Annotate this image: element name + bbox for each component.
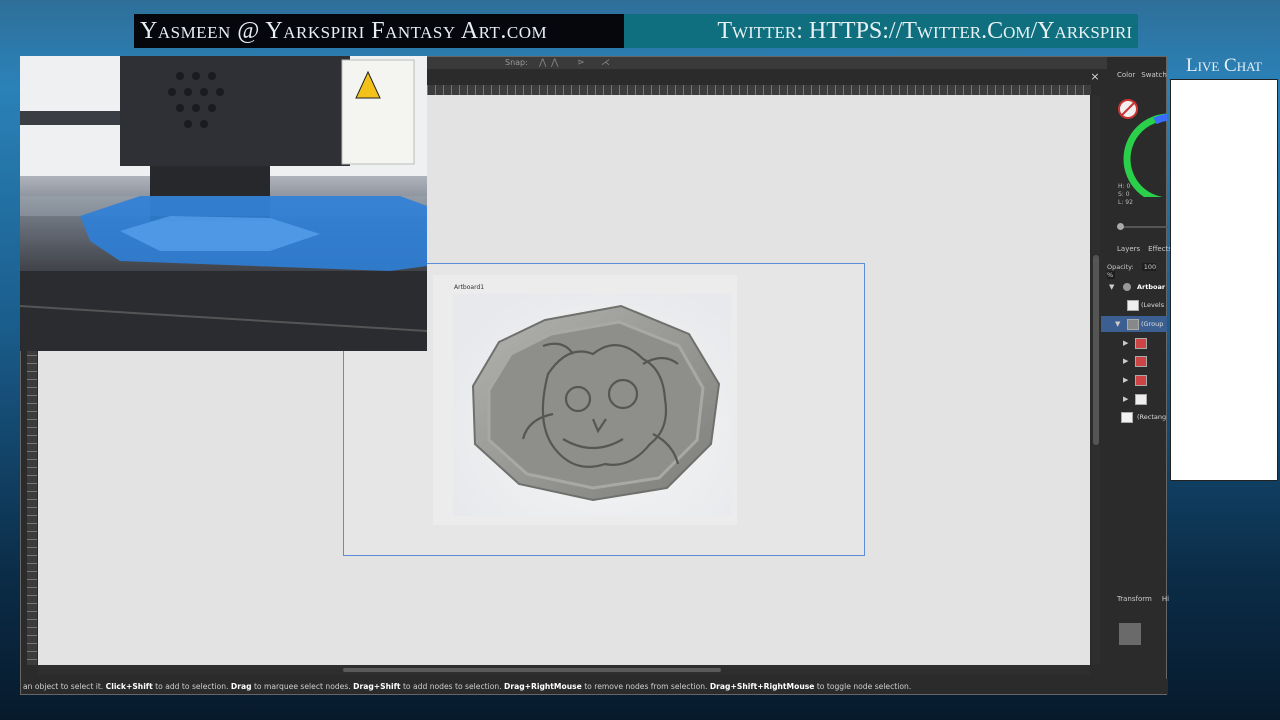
color-wheel[interactable] (1111, 87, 1170, 237)
horizontal-scroll-thumb[interactable] (343, 668, 721, 672)
layer-name: (Levels (1141, 301, 1165, 309)
snap-grid-icon[interactable]: ⋀ (551, 57, 558, 69)
layer-name: (Rectang (1137, 413, 1167, 421)
context-toolbar: Snap: ⋀ ⋀ ⋗ ⋌ (427, 57, 1107, 69)
status-text: to add to selection. (155, 682, 229, 691)
layer-row-child[interactable]: ▶ (1101, 391, 1167, 407)
snap-node-icon[interactable]: ⋗ (577, 57, 585, 69)
layer-thumbnail (1127, 319, 1139, 330)
layer-row-rectangle[interactable]: (Rectang (1101, 409, 1167, 425)
transform-panel-tabs: Transform Hi (1117, 595, 1179, 603)
tab-history[interactable]: Hi (1162, 595, 1169, 603)
opacity-label: Opacity: (1107, 263, 1134, 271)
horizontal-scrollbar[interactable] (38, 665, 1090, 675)
visibility-icon[interactable] (1123, 283, 1131, 291)
close-document-icon[interactable]: × (1089, 71, 1101, 83)
status-key: Drag+Shift (353, 682, 401, 691)
layer-row-child[interactable]: ▶ (1101, 353, 1167, 369)
tab-swatches[interactable]: Swatch (1141, 71, 1167, 79)
collapse-icon[interactable]: ▼ (1109, 279, 1114, 295)
status-key: Click+Shift (105, 682, 153, 691)
saturation-value: S: 0 (1118, 191, 1130, 198)
status-key: Drag+Shift+RightMouse (709, 682, 815, 691)
layer-row-child[interactable]: ▶ (1101, 372, 1167, 388)
artboard-label: Artboard1 (454, 284, 485, 291)
status-key: Drag (230, 682, 252, 691)
status-text: to add nodes to selection. (402, 682, 502, 691)
color-panel-tabs: Color Swatch (1117, 71, 1167, 83)
live-chat-panel[interactable] (1170, 79, 1278, 481)
opacity-slider-handle[interactable] (1117, 223, 1124, 230)
tab-transform[interactable]: Transform (1117, 595, 1152, 603)
layer-row-artboard[interactable]: ▼ Artboar (1101, 279, 1167, 295)
status-text: to toggle node selection. (816, 682, 912, 691)
lightness-value: L: 92 (1118, 199, 1133, 206)
status-text: an object to select it. (23, 682, 104, 691)
tab-effects[interactable]: Effects (1148, 245, 1172, 253)
opacity-slider-track[interactable] (1119, 226, 1167, 228)
layer-thumbnail (1127, 300, 1139, 311)
snap-extra-icon[interactable]: ⋌ (601, 57, 610, 69)
tab-layers[interactable]: Layers (1117, 245, 1140, 253)
twitter-banner: Twitter: HTTPS://Twitter.Com/Yarkspiri (624, 14, 1138, 48)
layer-name: (Group (1141, 320, 1164, 328)
webcam-overlay (20, 56, 427, 351)
status-bar: an object to select it. Click+Shift to a… (21, 679, 1168, 694)
hue-value: H: 0 (1118, 183, 1131, 190)
layer-thumbnail (1135, 375, 1147, 386)
status-text: to remove nodes from selection. (584, 682, 708, 691)
vertical-scroll-thumb[interactable] (1093, 255, 1099, 445)
expand-icon[interactable]: ▶ (1123, 353, 1128, 369)
expand-icon[interactable]: ▶ (1123, 372, 1128, 388)
collapse-icon[interactable]: ▼ (1115, 316, 1120, 332)
color-wheel-graphic (1118, 99, 1170, 205)
coin-photo[interactable] (453, 294, 731, 516)
snap-label: Snap: (505, 58, 528, 67)
expand-icon[interactable]: ▶ (1123, 335, 1128, 351)
hsl-readout: H: 0 S: 0 L: 92 (1118, 183, 1133, 207)
decagon-coin-image (471, 304, 721, 502)
layer-row-group[interactable]: ▼ (Group (1101, 316, 1167, 332)
printer-webcam-feed (20, 56, 427, 351)
vertical-ruler (27, 347, 37, 665)
layer-thumbnail (1135, 356, 1147, 367)
layer-thumbnail (1135, 338, 1147, 349)
streamer-name-banner: Yasmeen @ Yarkspiri Fantasy Art.com (134, 14, 624, 48)
transform-anchor-icon[interactable] (1119, 623, 1141, 645)
horizontal-ruler (427, 85, 1091, 95)
layer-thumbnail (1121, 412, 1133, 423)
expand-icon[interactable]: ▶ (1123, 391, 1128, 407)
layer-opacity-row: Opacity: 100 % (1107, 263, 1166, 279)
status-key: Drag+RightMouse (504, 682, 582, 691)
vertical-scrollbar[interactable] (1092, 95, 1100, 665)
tab-color[interactable]: Color (1117, 71, 1135, 79)
layer-row-child[interactable]: ▶ (1101, 335, 1167, 351)
layer-name: Artboar (1137, 283, 1166, 291)
layer-row-levels[interactable]: (Levels (1101, 297, 1167, 313)
status-text: to marquee select nodes. (253, 682, 351, 691)
snap-options-icon[interactable]: ⋀ (539, 57, 546, 69)
live-chat-title: Live Chat (1186, 55, 1262, 76)
layer-thumbnail (1135, 394, 1147, 405)
